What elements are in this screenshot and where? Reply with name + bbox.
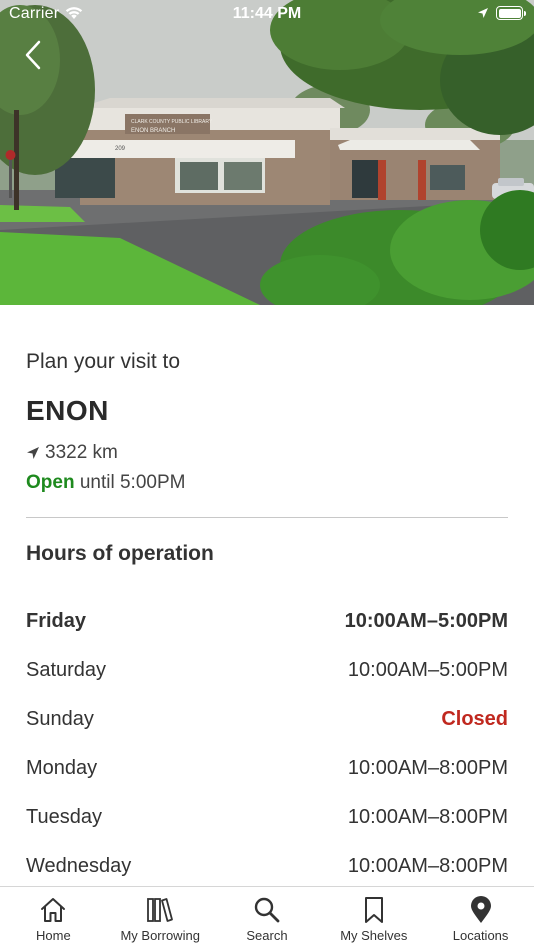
tab-label: Search [246,928,288,943]
battery-icon [496,6,526,20]
time-range: 10:00AM–5:00PM [347,659,508,681]
chevron-left-icon [25,40,41,70]
plan-visit-label: Plan your visit to [26,350,181,373]
divider [26,517,508,518]
address-number: 209 [115,146,126,152]
time-range: 10:00AM–8:00PM [347,757,508,779]
tab-label: My Shelves [340,928,408,943]
tab-my-shelves[interactable]: My Shelves [320,887,427,950]
day-label: Saturday [26,659,107,681]
branch-name: ENON [26,395,109,426]
map-pin-icon [470,896,491,923]
open-status: Open [26,472,75,493]
branch-photo: CLARK COUNTY PUBLIC LIBRARY ENON BRANCH … [0,0,534,305]
tab-label: Locations [452,928,509,943]
day-label: Friday [26,610,87,632]
distance-row: 3322 km [26,442,118,464]
bookmark-icon [364,897,383,923]
day-label: Wednesday [26,855,132,877]
clock: 11:44 PM [232,5,302,22]
tab-search[interactable]: Search [214,887,321,950]
navigation-arrow-icon [27,447,39,459]
home-icon [41,898,66,922]
open-status-row: Open until 5:00PM [26,472,185,494]
location-services-icon [478,8,488,18]
tab-label: Home [36,928,71,943]
tab-locations[interactable]: Locations [427,887,534,950]
open-until: until 5:00PM [79,472,186,493]
hours-row-tuesday: Tuesday 10:00AM–8:00PM [26,806,508,855]
library-sign-line2: ENON BRANCH [131,128,175,134]
status-bar: Carrier 11:44 PM [0,0,534,28]
books-icon [147,898,174,922]
tab-home[interactable]: Home [0,887,107,950]
distance-value: 3322 km [45,442,118,463]
search-icon [254,897,280,923]
closed-label: Closed [441,708,508,730]
day-label: Monday [26,757,98,779]
library-sign-line1: CLARK COUNTY PUBLIC LIBRARY [131,119,213,125]
day-label: Sunday [26,708,94,730]
hours-heading: Hours of operation [26,542,214,565]
hours-row-saturday: Saturday 10:00AM–5:00PM [26,659,508,708]
hours-row-sunday: Sunday Closed [26,708,508,757]
time-range: 10:00AM–8:00PM [347,806,508,828]
day-label: Tuesday [26,806,102,828]
time-range: 10:00AM–8:00PM [347,855,508,877]
hours-row-monday: Monday 10:00AM–8:00PM [26,757,508,806]
tab-label: My Borrowing [120,928,200,943]
back-button[interactable] [18,36,52,74]
hours-row-friday: Friday 10:00AM–5:00PM [26,610,508,659]
tab-bar: Home My Borrowing Search My Shelves Loca… [0,886,534,950]
time-range: 10:00AM–5:00PM [344,610,508,632]
branch-building-illustration: CLARK COUNTY PUBLIC LIBRARY ENON BRANCH … [0,0,534,305]
hours-list: Friday 10:00AM–5:00PM Saturday 10:00AM–5… [26,610,508,904]
tab-my-borrowing[interactable]: My Borrowing [107,887,214,950]
